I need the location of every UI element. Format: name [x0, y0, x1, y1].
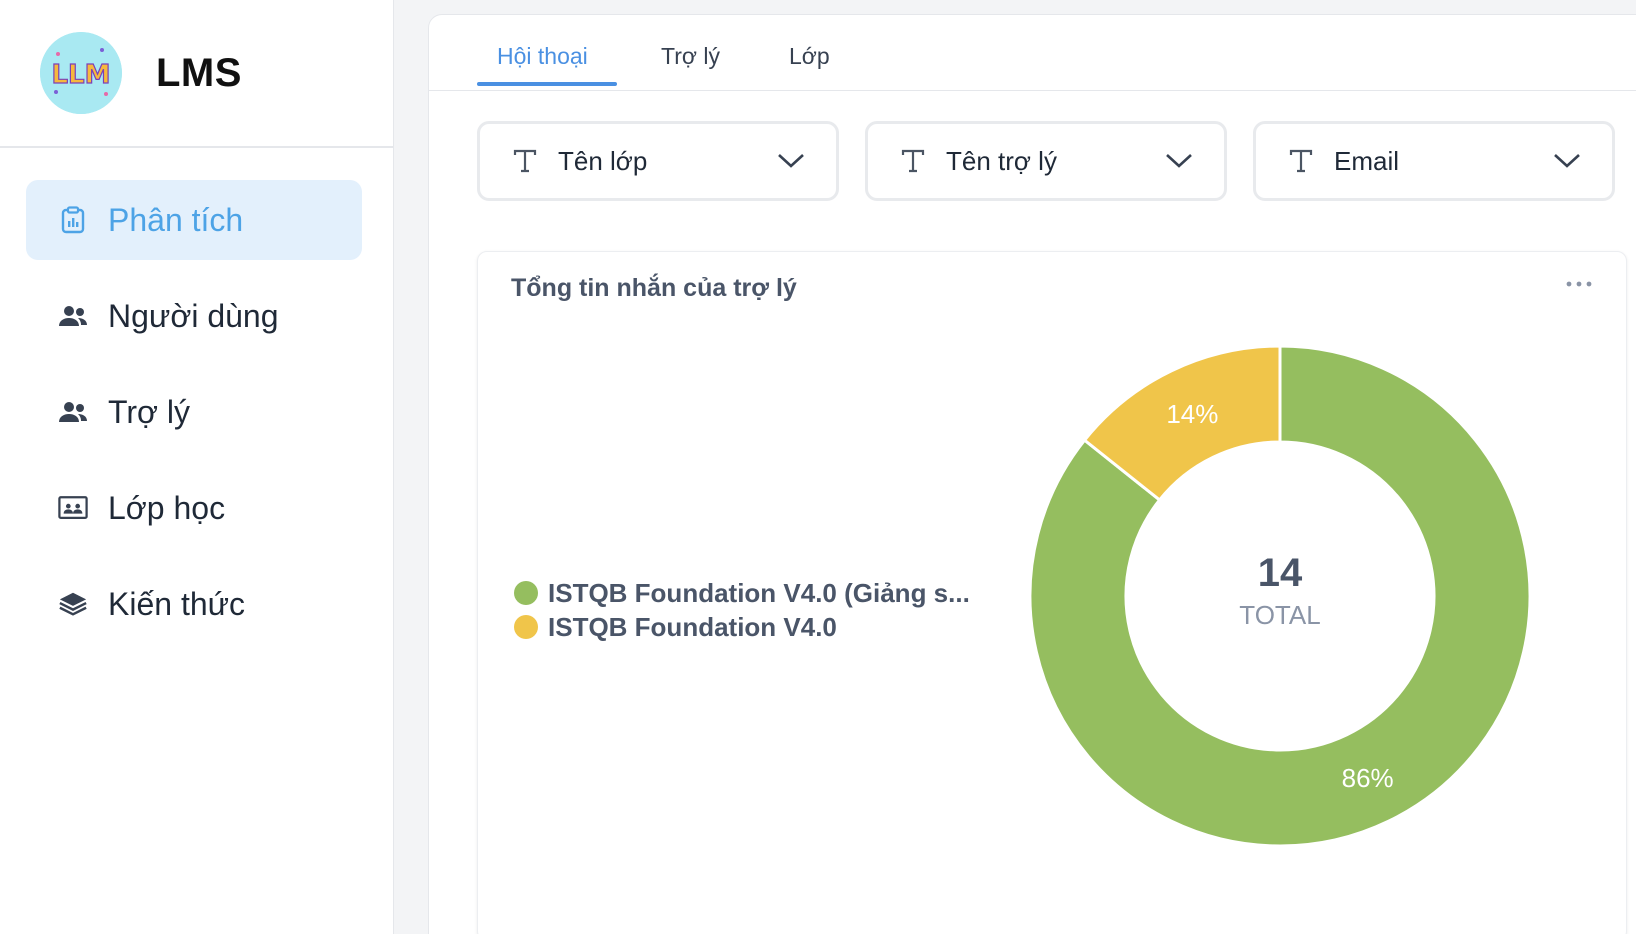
sidebar-item-label: Người dùng — [108, 297, 279, 334]
sidebar-item-assistants[interactable]: Trợ lý — [26, 372, 362, 452]
users-icon — [58, 397, 88, 427]
chart-center-value: 14 — [1258, 551, 1303, 595]
classroom-board-icon — [58, 493, 88, 523]
tab-assistants[interactable]: Trợ lý — [661, 43, 720, 70]
app-logo[interactable]: LLM — [40, 32, 122, 114]
clipboard-chart-icon — [58, 205, 88, 235]
chevron-down-icon — [1554, 154, 1580, 168]
sidebar: LLM LMS Phân tích Người dùng Trợ lý Lớp … — [0, 0, 394, 934]
sidebar-item-label: Trợ lý — [108, 393, 190, 430]
chart-card: Tổng tin nhắn của trợ lý ISTQB Foundatio… — [477, 251, 1627, 934]
chart-title: Tổng tin nhắn của trợ lý — [511, 274, 797, 302]
filter-label: Tên lớp — [558, 145, 648, 176]
main-panel: Hội thoại Trợ lý Lớp Tên lớp Tên trợ lý — [428, 14, 1636, 934]
assistant-name-filter[interactable]: Tên trợ lý — [865, 121, 1227, 201]
text-type-icon — [901, 149, 925, 173]
legend-item[interactable]: ISTQB Foundation V4.0 (Giảng s... — [514, 576, 970, 610]
sidebar-item-label: Phân tích — [108, 201, 244, 238]
brand-header: LLM LMS — [0, 0, 393, 148]
slice-percent-label: 14% — [1166, 399, 1218, 429]
legend-label: ISTQB Foundation V4.0 (Giảng s... — [548, 577, 970, 608]
legend-item[interactable]: ISTQB Foundation V4.0 — [514, 610, 970, 644]
text-type-icon — [1289, 149, 1313, 173]
email-filter[interactable]: Email — [1253, 121, 1615, 201]
sidebar-item-label: Kiến thức — [108, 585, 246, 622]
app-title: LMS — [156, 50, 242, 95]
legend-label: ISTQB Foundation V4.0 — [548, 611, 837, 642]
chart-center-label: TOTAL — [1239, 600, 1320, 630]
donut-chart: 86% 14% 14 TOTAL — [1028, 344, 1532, 848]
sidebar-item-label: Lớp học — [108, 489, 226, 526]
tab-classes[interactable]: Lớp — [789, 43, 830, 70]
chart-legend: ISTQB Foundation V4.0 (Giảng s... ISTQB … — [514, 576, 970, 644]
tab-bar: Hội thoại Trợ lý Lớp — [429, 15, 1636, 91]
filter-label: Email — [1334, 145, 1400, 176]
legend-color-swatch — [514, 615, 538, 639]
sidebar-item-users[interactable]: Người dùng — [26, 276, 362, 356]
logo-graphic: LLM — [40, 32, 122, 114]
chevron-down-icon — [1166, 154, 1192, 168]
tab-conversations[interactable]: Hội thoại — [497, 43, 588, 70]
class-name-filter[interactable]: Tên lớp — [477, 121, 839, 201]
sidebar-item-knowledge[interactable]: Kiến thức — [26, 564, 362, 644]
more-options-icon[interactable] — [1564, 278, 1594, 290]
users-icon — [58, 301, 88, 331]
active-tab-indicator — [477, 82, 617, 86]
layers-icon — [58, 589, 88, 619]
slice-percent-label: 86% — [1342, 763, 1394, 793]
chevron-down-icon — [778, 154, 804, 168]
sidebar-item-classes[interactable]: Lớp học — [26, 468, 362, 548]
svg-text:LLM: LLM — [51, 60, 110, 90]
text-type-icon — [513, 149, 537, 173]
filter-label: Tên trợ lý — [946, 145, 1057, 176]
sidebar-item-analytics[interactable]: Phân tích — [26, 180, 362, 260]
legend-color-swatch — [514, 581, 538, 605]
sidebar-nav: Phân tích Người dùng Trợ lý Lớp học Kiến… — [0, 148, 393, 644]
